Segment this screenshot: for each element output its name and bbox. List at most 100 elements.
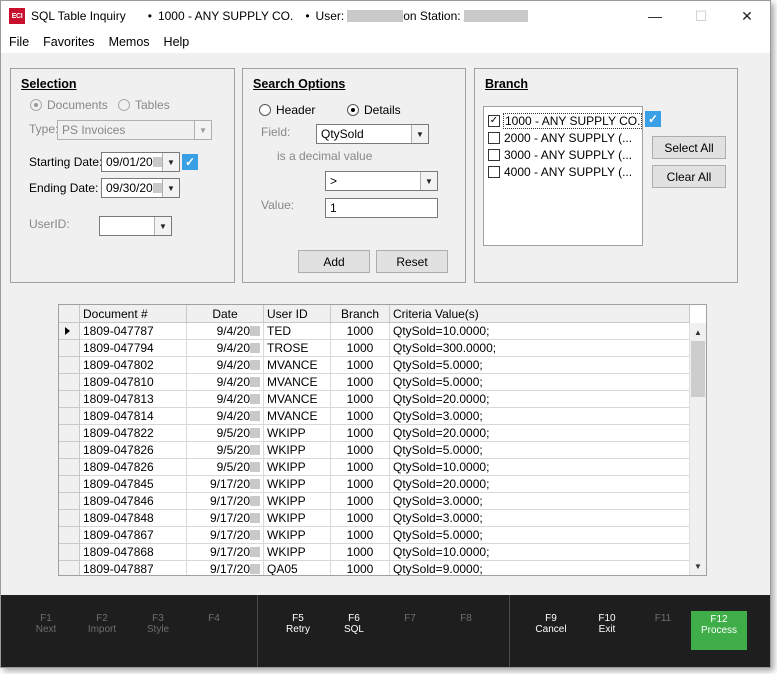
column-header-date[interactable]: Date	[187, 305, 264, 323]
vertical-scrollbar[interactable]: ▲ ▼	[689, 323, 706, 575]
cell-date[interactable]: 9/17/20	[187, 510, 264, 527]
type-select[interactable]: PS Invoices ▼	[57, 120, 212, 140]
cell-criteria[interactable]: QtySold=20.0000;	[390, 476, 690, 493]
fkey-f10-exit-button[interactable]: F10 Exit	[579, 613, 635, 635]
cell-document[interactable]: 1809-047867	[80, 527, 187, 544]
scroll-down-icon[interactable]: ▼	[690, 558, 706, 574]
table-row[interactable]: 1809-047846 9/17/20 WKIPP 1000 QtySold=3.000…	[59, 493, 690, 510]
cell-branch[interactable]: 1000	[331, 544, 390, 561]
cell-criteria[interactable]: QtySold=20.0000;	[390, 391, 690, 408]
row-header[interactable]	[59, 340, 80, 357]
row-header[interactable]	[59, 476, 80, 493]
operator-select[interactable]: > ▼	[325, 171, 438, 191]
cell-branch[interactable]: 1000	[331, 442, 390, 459]
cell-branch[interactable]: 1000	[331, 476, 390, 493]
cell-userid[interactable]: WKIPP	[264, 476, 331, 493]
ending-date-picker[interactable]: 09/30/20 ▼	[101, 178, 180, 198]
value-input[interactable]: 1	[325, 198, 438, 218]
menu-memos[interactable]: Memos	[103, 35, 156, 49]
table-row[interactable]: 1809-047813 9/4/20 MVANCE 1000 QtySold=20.00…	[59, 391, 690, 408]
cell-userid[interactable]: MVANCE	[264, 391, 331, 408]
checkbox-icon[interactable]	[488, 132, 500, 144]
minimize-button[interactable]: —	[632, 1, 678, 31]
branch-item-4000[interactable]: 4000 - ANY SUPPLY (...	[488, 165, 632, 179]
cell-date[interactable]: 9/4/20	[187, 374, 264, 391]
column-header-criteria[interactable]: Criteria Value(s)	[390, 305, 690, 323]
cell-criteria[interactable]: QtySold=9.0000;	[390, 561, 690, 575]
cell-document[interactable]: 1809-047787	[80, 323, 187, 340]
row-header[interactable]	[59, 323, 80, 340]
cell-document[interactable]: 1809-047848	[80, 510, 187, 527]
cell-userid[interactable]: MVANCE	[264, 357, 331, 374]
cell-date[interactable]: 9/17/20	[187, 493, 264, 510]
cell-userid[interactable]: WKIPP	[264, 544, 331, 561]
menu-favorites[interactable]: Favorites	[37, 35, 100, 49]
cell-userid[interactable]: WKIPP	[264, 442, 331, 459]
cell-document[interactable]: 1809-047868	[80, 544, 187, 561]
cell-document[interactable]: 1809-047846	[80, 493, 187, 510]
row-header[interactable]	[59, 408, 80, 425]
checkbox-checked-icon[interactable]: ✓	[488, 115, 500, 127]
cell-criteria[interactable]: QtySold=20.0000;	[390, 425, 690, 442]
header-radio[interactable]	[259, 104, 271, 116]
table-row[interactable]: 1809-047794 9/4/20 TROSE 1000 QtySold=300.00…	[59, 340, 690, 357]
row-header[interactable]	[59, 527, 80, 544]
table-row[interactable]: 1809-047810 9/4/20 MVANCE 1000 QtySold=5.000…	[59, 374, 690, 391]
checkbox-icon[interactable]	[488, 166, 500, 178]
row-header[interactable]	[59, 357, 80, 374]
row-header[interactable]	[59, 425, 80, 442]
cell-criteria[interactable]: QtySold=3.0000;	[390, 493, 690, 510]
cell-criteria[interactable]: QtySold=10.0000;	[390, 459, 690, 476]
cell-document[interactable]: 1809-047794	[80, 340, 187, 357]
cell-branch[interactable]: 1000	[331, 340, 390, 357]
table-row[interactable]: 1809-047887 9/17/20 QA05 1000 QtySold=9.0000…	[59, 561, 690, 575]
cell-branch[interactable]: 1000	[331, 561, 390, 575]
cell-document[interactable]: 1809-047802	[80, 357, 187, 374]
cell-branch[interactable]: 1000	[331, 527, 390, 544]
tables-radio[interactable]	[118, 99, 130, 111]
table-row[interactable]: 1809-047814 9/4/20 MVANCE 1000 QtySold=3.000…	[59, 408, 690, 425]
scroll-up-icon[interactable]: ▲	[690, 324, 706, 340]
scroll-thumb[interactable]	[691, 341, 705, 397]
cell-date[interactable]: 9/5/20	[187, 425, 264, 442]
table-row[interactable]: 1809-047848 9/17/20 WKIPP 1000 QtySold=3.000…	[59, 510, 690, 527]
menu-file[interactable]: File	[3, 35, 35, 49]
starting-date-picker[interactable]: 09/01/20 ▼	[101, 152, 180, 172]
details-radio[interactable]	[347, 104, 359, 116]
cell-date[interactable]: 9/4/20	[187, 391, 264, 408]
cell-branch[interactable]: 1000	[331, 408, 390, 425]
table-row[interactable]: 1809-047845 9/17/20 WKIPP 1000 QtySold=20.00…	[59, 476, 690, 493]
cell-document[interactable]: 1809-047810	[80, 374, 187, 391]
cell-date[interactable]: 9/5/20	[187, 442, 264, 459]
cell-userid[interactable]: WKIPP	[264, 493, 331, 510]
table-row[interactable]: 1809-047867 9/17/20 WKIPP 1000 QtySold=5.000…	[59, 527, 690, 544]
cell-date[interactable]: 9/17/20	[187, 561, 264, 575]
cell-document[interactable]: 1809-047826	[80, 442, 187, 459]
field-select[interactable]: QtySold ▼	[316, 124, 429, 144]
cell-date[interactable]: 9/17/20	[187, 544, 264, 561]
row-header[interactable]	[59, 510, 80, 527]
column-header-userid[interactable]: User ID	[264, 305, 331, 323]
cell-userid[interactable]: TROSE	[264, 340, 331, 357]
cell-criteria[interactable]: QtySold=3.0000;	[390, 510, 690, 527]
row-header[interactable]	[59, 459, 80, 476]
table-row[interactable]: 1809-047826 9/5/20 WKIPP 1000 QtySold=10.000…	[59, 459, 690, 476]
cell-userid[interactable]: WKIPP	[264, 425, 331, 442]
column-header-branch[interactable]: Branch	[331, 305, 390, 323]
table-row[interactable]: 1809-047868 9/17/20 WKIPP 1000 QtySold=10.00…	[59, 544, 690, 561]
cell-date[interactable]: 9/17/20	[187, 476, 264, 493]
cell-date[interactable]: 9/4/20	[187, 340, 264, 357]
table-row[interactable]: 1809-047802 9/4/20 MVANCE 1000 QtySold=5.000…	[59, 357, 690, 374]
branch-item-1000[interactable]: ✓ 1000 - ANY SUPPLY CO.	[488, 113, 643, 129]
cell-branch[interactable]: 1000	[331, 357, 390, 374]
cell-date[interactable]: 9/4/20	[187, 408, 264, 425]
row-header[interactable]	[59, 391, 80, 408]
fkey-f5-retry-button[interactable]: F5 Retry	[270, 613, 326, 635]
cell-userid[interactable]: WKIPP	[264, 527, 331, 544]
row-header[interactable]	[59, 493, 80, 510]
cell-branch[interactable]: 1000	[331, 374, 390, 391]
cell-criteria[interactable]: QtySold=300.0000;	[390, 340, 690, 357]
fkey-f12-process-button[interactable]: F12 Process	[691, 611, 747, 650]
cell-userid[interactable]: QA05	[264, 561, 331, 575]
column-header-document[interactable]: Document #	[80, 305, 187, 323]
